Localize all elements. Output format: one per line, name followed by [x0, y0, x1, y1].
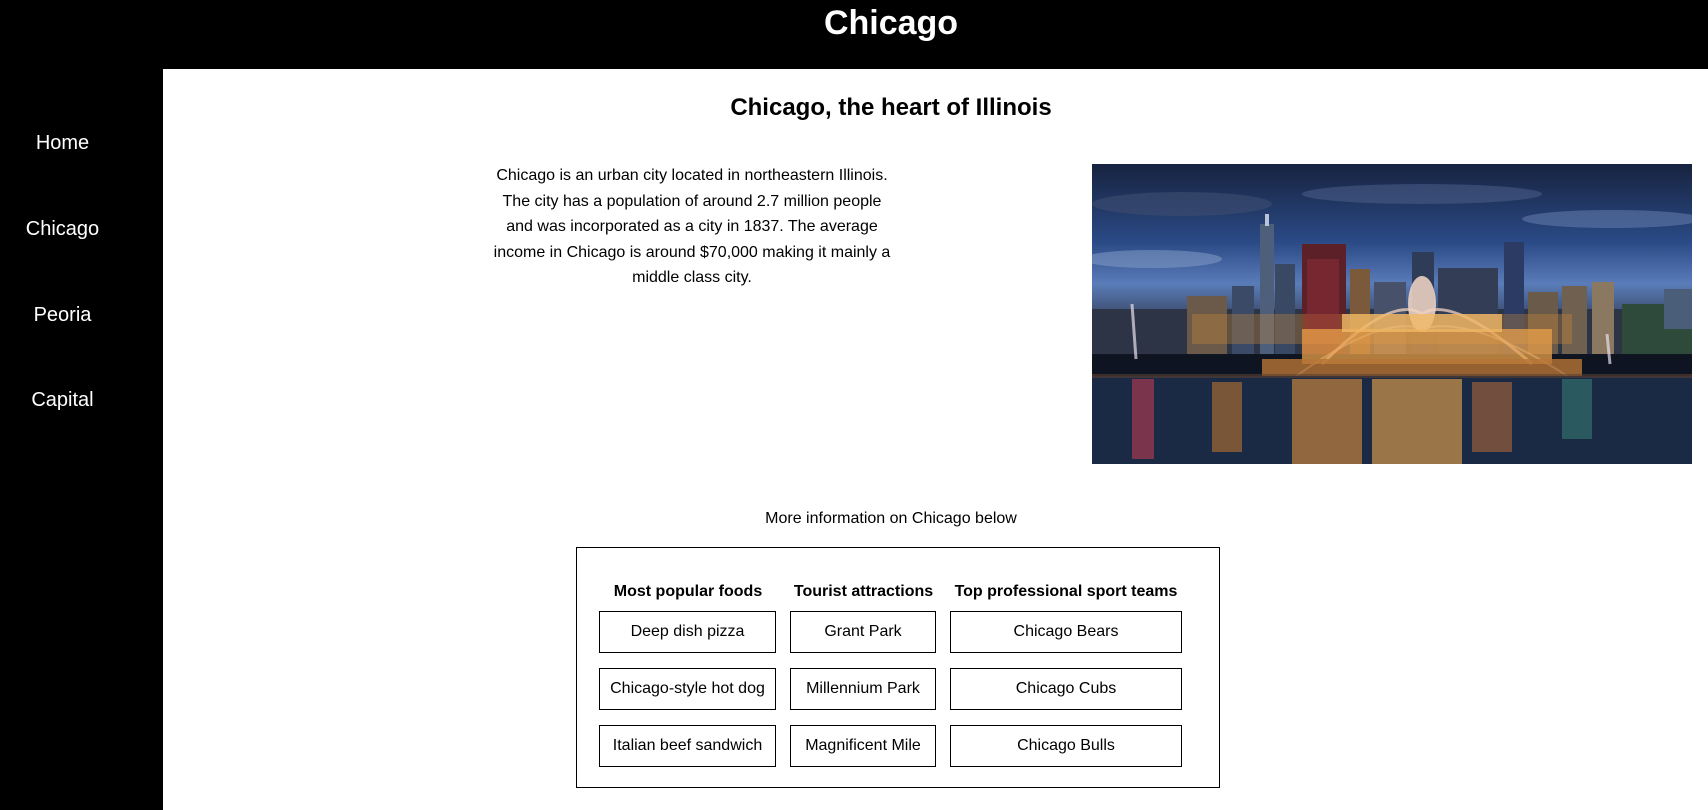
food-item: Deep dish pizza: [599, 611, 776, 653]
attraction-item: Millennium Park: [790, 668, 936, 710]
site-header: Chicago: [0, 0, 1708, 69]
food-item: Chicago-style hot dog: [599, 668, 776, 710]
intro-paragraph: Chicago is an urban city located in nort…: [493, 167, 891, 286]
attraction-item: Magnificent Mile: [790, 725, 936, 767]
nav-link-chicago[interactable]: Chicago: [0, 217, 125, 241]
sport-team-item: Chicago Cubs: [950, 668, 1182, 710]
attraction-item: Grant Park: [790, 611, 936, 653]
sidebar-nav: Home Chicago Peoria Capital: [0, 69, 163, 810]
info-table: Most popular foods Tourist attractions T…: [576, 547, 1220, 788]
more-info-text: More information on Chicago below: [765, 510, 1017, 527]
chicago-skyline-photo: [1092, 164, 1692, 464]
column-header-sport-teams: Top professional sport teams: [954, 583, 1178, 600]
column-header-attractions: Tourist attractions: [793, 583, 934, 600]
nav-link-peoria[interactable]: Peoria: [0, 303, 125, 327]
page-title: Chicago, the heart of Illinois: [730, 94, 1052, 121]
sport-team-item: Chicago Bulls: [950, 725, 1182, 767]
column-header-foods: Most popular foods: [613, 583, 763, 600]
site-title: Chicago: [823, 4, 959, 42]
food-item: Italian beef sandwich: [599, 725, 776, 767]
nav-link-capital[interactable]: Capital: [0, 388, 125, 412]
nav-link-home[interactable]: Home: [0, 131, 125, 155]
sport-team-item: Chicago Bears: [950, 611, 1182, 653]
